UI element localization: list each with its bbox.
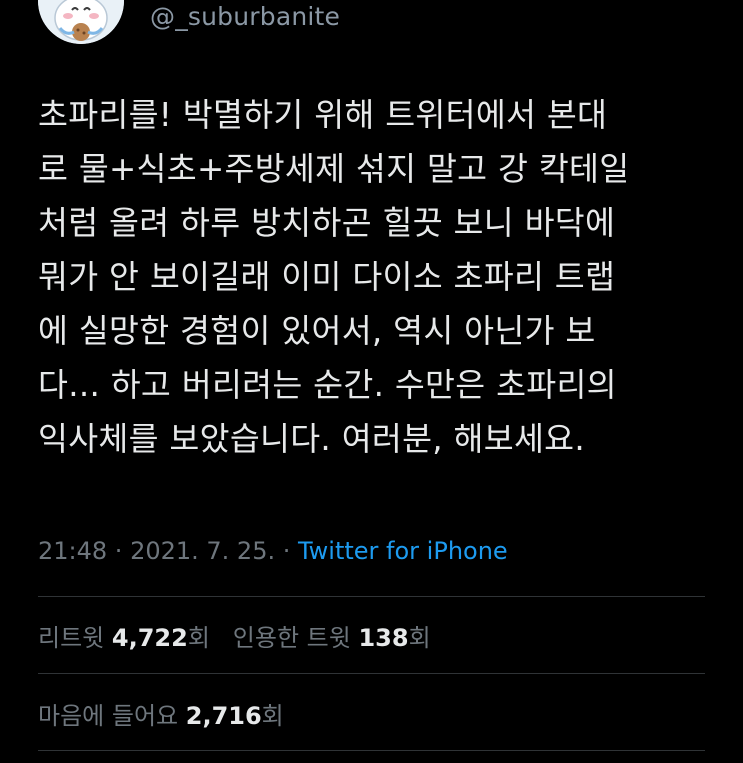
- share-stats-row: 리트윗 4,722회 인용한 트윗 138회: [38, 618, 431, 653]
- meta-separator: ·: [275, 537, 298, 565]
- quote-tweets-stat[interactable]: 인용한 트윗 138회: [233, 624, 431, 652]
- retweets-stat[interactable]: 리트윗 4,722회: [38, 624, 210, 652]
- tweet-date[interactable]: 2021. 7. 25.: [130, 537, 275, 565]
- retweets-count: 4,722: [111, 624, 188, 652]
- divider: [38, 750, 705, 751]
- tweet-time: 21:48: [38, 537, 108, 565]
- quote-tweets-suffix: 회: [408, 624, 431, 652]
- likes-stats-row: 마음에 들어요 2,716회: [38, 696, 284, 731]
- avatar[interactable]: [38, 0, 124, 44]
- likes-label: 마음에 들어요: [38, 702, 179, 730]
- quote-tweets-count: 138: [358, 624, 409, 652]
- likes-count: 2,716: [185, 702, 262, 730]
- retweets-suffix: 회: [187, 624, 210, 652]
- quote-tweets-label: 인용한 트윗: [232, 624, 351, 652]
- divider: [38, 673, 705, 674]
- meta-separator: ·: [107, 537, 131, 565]
- likes-suffix: 회: [261, 702, 284, 730]
- tweet-text: 초파리를! 박멸하기 위해 트위터에서 본대 로 물+식초+주방세제 섞지 말고…: [38, 96, 630, 458]
- tweet-source-link[interactable]: Twitter for iPhone: [298, 537, 508, 565]
- retweets-label: 리트윗: [38, 624, 105, 652]
- likes-stat[interactable]: 마음에 들어요 2,716회: [38, 702, 284, 730]
- avatar-illustration: [38, 0, 124, 44]
- author-handle[interactable]: @_suburbanite: [150, 2, 340, 31]
- tweet-metadata: 21:48 · 2021. 7. 25. · Twitter for iPhon…: [38, 537, 508, 565]
- divider: [38, 596, 705, 597]
